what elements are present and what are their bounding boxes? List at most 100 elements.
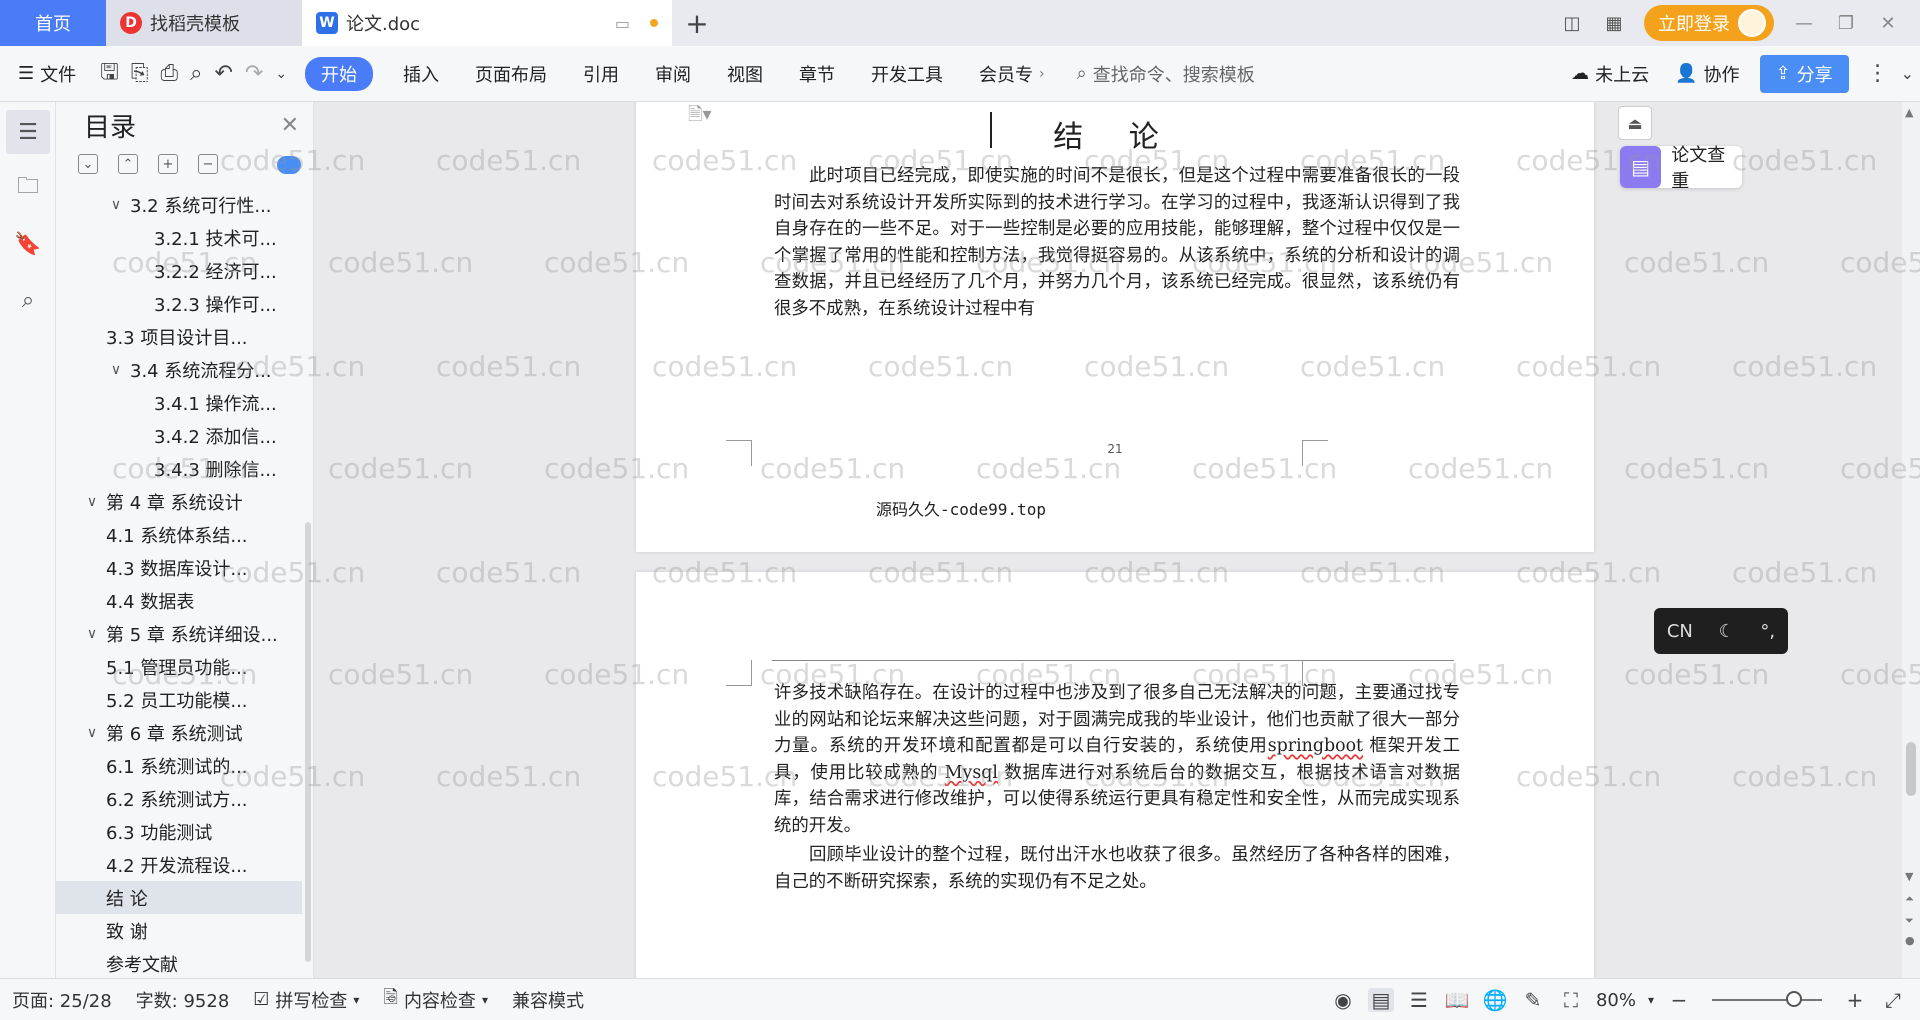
page-view-icon[interactable]: ▤ [1367,988,1394,1012]
zoom-out-icon[interactable]: − [1666,988,1692,1012]
remove-heading-icon[interactable]: − [198,154,218,174]
word-count[interactable]: 字数: 9528 [124,987,242,1013]
toc-item[interactable]: 3.4.1 操作流... [56,386,302,419]
chevron-down-icon[interactable]: ∨ [106,197,126,213]
tab-section[interactable]: 章节 [781,61,853,87]
collapse-panel-icon[interactable]: ⏏ [1618,106,1652,140]
fullscreen-icon[interactable]: ⤢ [1880,988,1906,1012]
layout-icon[interactable]: ◫ [1560,13,1584,34]
zoom-level[interactable]: 80% [1596,990,1636,1011]
tab-start[interactable]: 开始 [305,56,374,91]
fit-page-icon[interactable]: ⛶ [1558,988,1584,1012]
eye-protect-icon[interactable]: ◉ [1330,988,1356,1012]
chapter-nav-icon[interactable]: 🗀 [6,166,50,210]
print-icon[interactable]: ⎙ [155,61,185,86]
chevron-down-icon[interactable]: ∨ [106,362,126,378]
toc-item[interactable]: ∨ 第 6 章 系统测试 [56,716,302,749]
toc-item[interactable]: 6.1 系统测试的... [56,749,302,782]
toc-item[interactable]: ∨ 3.4 系统流程分... [56,353,302,386]
next-page-icon[interactable]: ⏷ [1905,914,1914,928]
toc-item[interactable]: ∨ 第 4 章 系统设计 [56,485,302,518]
minimize-icon[interactable]: — [1792,13,1816,34]
toc-item[interactable]: 4.3 数据库设计... [56,551,302,584]
tab-template[interactable]: D 找稻壳模板 [106,0,302,46]
grid-icon[interactable]: ▦ [1602,13,1626,34]
toc-item[interactable]: 4.1 系统体系结... [56,518,302,551]
new-tab-button[interactable]: + [672,0,722,46]
collapse-ribbon-icon[interactable]: ⌄ [1895,64,1920,83]
toc-item[interactable]: 结 论 [56,881,302,914]
toc-item[interactable]: 5.2 员工功能模... [56,683,302,716]
tab-view[interactable]: 视图 [709,61,781,87]
toc-item[interactable]: 5.1 管理员功能... [56,650,302,683]
zoom-slider-knob[interactable] [1786,991,1802,1007]
document-canvas[interactable]: 🗎▾ 结 论 此时项目已经完成，即使实施的时间不是很长，但是这个过程中需要准备很… [314,102,1902,978]
tab-developer[interactable]: 开发工具 [853,61,961,87]
undo-icon[interactable]: ↶ [208,61,238,86]
zoom-in-icon[interactable]: + [1842,988,1868,1012]
scroll-up-icon[interactable]: ▲ [1905,106,1913,119]
toc-item[interactable]: ∨ 3.2 系统可行性... [56,188,302,221]
content-check-button[interactable]: 🗟 内容检查 ▾ [371,985,500,1015]
moon-icon[interactable]: ☾ [1719,621,1735,642]
tab-home[interactable]: 首页 [0,0,106,46]
command-search[interactable]: ⌕ 查找命令、搜索模板 [1063,61,1269,87]
restore-icon[interactable]: ❐ [1834,13,1858,34]
paper-check-button[interactable]: ▤ 论文查重 [1620,145,1742,192]
toc-item[interactable]: 3.3 项目设计目... [56,320,302,353]
spell-check-button[interactable]: ☑ 拼写检查 ▾ [241,987,371,1013]
spell-error-word[interactable]: Mysql [945,763,998,783]
tab-review[interactable]: 审阅 [637,61,709,87]
toc-item[interactable]: 6.3 功能测试 [56,815,302,848]
monitor-icon[interactable]: ▭ [615,14,630,33]
ai-assist-icon[interactable] [277,156,301,174]
toc-item[interactable]: 3.2.1 技术可... [56,221,302,254]
punctuation-icon[interactable]: °, [1760,621,1775,642]
web-view-icon[interactable]: 🌐 [1482,988,1508,1012]
tab-reference[interactable]: 引用 [565,61,637,87]
toc-item[interactable]: 4.2 开发流程设... [56,848,302,881]
tab-document[interactable]: W 论文.doc ▭ [302,0,672,46]
pen-icon[interactable]: ✎ [1520,988,1546,1012]
expand-all-icon[interactable]: ⌄ [78,154,98,174]
scroll-thumb[interactable] [1906,742,1916,796]
tab-member[interactable]: 会员专 › [961,61,1063,87]
page-count[interactable]: 页面: 25/28 [0,987,124,1013]
chevron-down-icon[interactable]: ∨ [82,494,102,510]
chevron-down-icon[interactable]: ∨ [82,626,102,642]
scroll-down-icon[interactable]: ▼ [1905,870,1913,883]
toc-item[interactable]: 6.2 系统测试方... [56,782,302,815]
file-menu[interactable]: ☰ 文件 [0,61,94,87]
more-icon[interactable]: ⋮ [1861,61,1895,86]
cloud-status[interactable]: ☁ 未上云 [1553,61,1667,87]
preview-icon[interactable]: ⌕ [184,61,208,86]
outline-scrollbar[interactable] [305,522,311,962]
add-heading-icon[interactable]: + [158,154,178,174]
prev-page-icon[interactable]: ⏶ [1905,892,1914,906]
tab-insert[interactable]: 插入 [385,61,457,87]
toc-item[interactable]: 3.4.2 添加信... [56,419,302,452]
toc-item[interactable]: 3.4.3 删除信... [56,452,302,485]
export-icon[interactable]: ⎘ [125,61,155,86]
collapse-all-icon[interactable]: ⌃ [118,154,138,174]
toc-item[interactable]: 3.2.3 操作可... [56,287,302,320]
ime-language[interactable]: CN [1667,621,1693,642]
spell-error-word[interactable]: springboot [1268,736,1363,756]
chevron-down-icon[interactable]: ∨ [82,725,102,741]
outline-view-icon[interactable]: ☰ [1406,988,1432,1012]
bookmark-icon[interactable]: 🔖 [6,222,50,266]
login-button[interactable]: 立即登录 [1644,5,1774,41]
find-icon[interactable]: ⌕ [6,278,50,322]
toc-item[interactable]: 3.2.2 经济可... [56,254,302,287]
toc-item[interactable]: 致 谢 [56,914,302,947]
close-icon[interactable]: ✕ [281,113,299,138]
save-icon[interactable]: 🖫 [94,55,125,93]
redo-icon[interactable]: ↷ [239,61,269,86]
customize-chevron-icon[interactable]: ⌄ [269,66,293,82]
page-nav-icon[interactable]: ● [1905,934,1915,947]
chevron-down-icon[interactable]: ▾ [1648,993,1654,1007]
zoom-slider[interactable] [1712,991,1822,1007]
share-button[interactable]: ⇪ 分享 [1759,54,1849,93]
toc-item[interactable]: ∨ 第 5 章 系统详细设... [56,617,302,650]
read-mode-icon[interactable]: 📖 [1444,988,1470,1012]
